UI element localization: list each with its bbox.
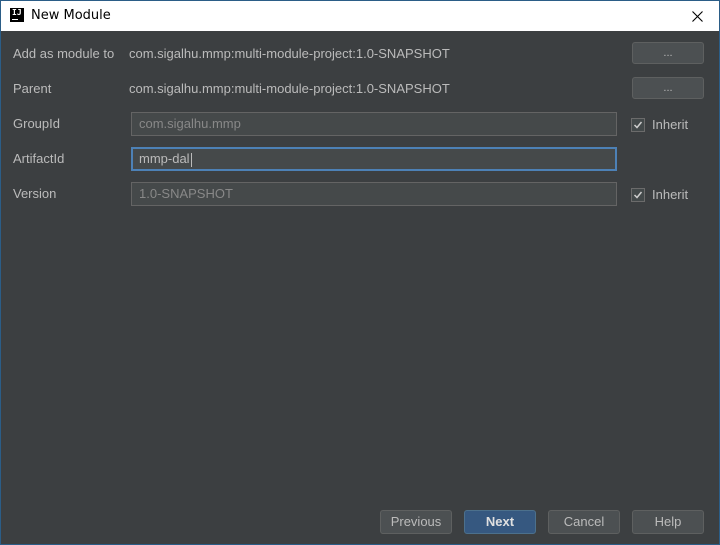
group-id-inherit-checkbox[interactable]: Inherit — [631, 117, 688, 132]
app-icon-text: IJ — [12, 8, 22, 17]
version-label: Version — [13, 186, 57, 201]
text-cursor — [190, 152, 192, 167]
artifact-id-label: ArtifactId — [13, 151, 65, 166]
checkbox-box — [631, 187, 645, 202]
group-id-inherit-label: Inherit — [652, 117, 689, 132]
intellij-app-icon: IJ — [10, 8, 24, 22]
previous-button[interactable]: Previous — [380, 510, 452, 534]
group-id-label: GroupId — [13, 116, 60, 131]
checkmark-icon — [633, 191, 643, 199]
artifact-id-field[interactable]: mmp-dal — [131, 147, 617, 171]
parent-browse-button[interactable]: ... — [632, 77, 704, 99]
artifact-id-value: mmp-dal — [139, 151, 190, 166]
version-inherit-label: Inherit — [652, 187, 689, 202]
cancel-button[interactable]: Cancel — [548, 510, 620, 534]
title-bar: IJ New Module — [1, 1, 719, 31]
parent-label: Parent — [13, 81, 52, 96]
window-title: New Module — [31, 8, 111, 23]
version-field[interactable]: 1.0-SNAPSHOT — [131, 182, 617, 206]
close-button[interactable] — [675, 1, 719, 31]
help-button[interactable]: Help — [632, 510, 704, 534]
new-module-dialog: IJ New Module Add as module to com.sigal… — [0, 0, 720, 545]
add-as-module-value: com.sigalhu.mmp:multi-module-project:1.0… — [129, 46, 450, 61]
checkmark-icon — [633, 121, 643, 129]
parent-value: com.sigalhu.mmp:multi-module-project:1.0… — [129, 81, 450, 96]
checkbox-box — [631, 117, 645, 132]
add-as-module-browse-button[interactable]: ... — [632, 42, 704, 64]
add-as-module-label: Add as module to — [13, 46, 115, 61]
version-inherit-checkbox[interactable]: Inherit — [631, 187, 688, 202]
group-id-field[interactable]: com.sigalhu.mmp — [131, 112, 617, 136]
close-icon — [691, 10, 703, 22]
next-button[interactable]: Next — [464, 510, 536, 534]
